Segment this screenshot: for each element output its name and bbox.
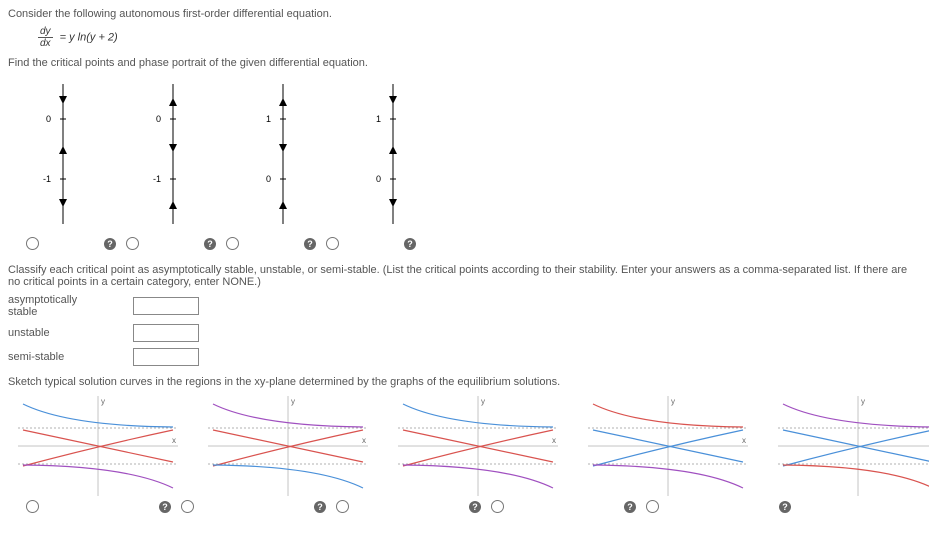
solution-option-2: x y [208, 396, 368, 496]
sol-option-4-radio[interactable] [491, 500, 504, 513]
solution-option-5: x y [778, 396, 929, 496]
question-sketch: Sketch typical solution curves in the re… [8, 376, 921, 388]
phase-option-3: 1 0 [248, 79, 308, 229]
solution-option-4: x y [588, 396, 748, 496]
sol-option-3-radio[interactable] [336, 500, 349, 513]
hint-icon[interactable]: ? [159, 501, 171, 513]
solution-plot-4: x y [588, 396, 748, 496]
svg-text:0: 0 [156, 114, 161, 124]
phase-option-3-radio[interactable] [226, 237, 239, 250]
svg-text:0: 0 [46, 114, 51, 124]
solution-plot-5: x y [778, 396, 929, 496]
hint-icon[interactable]: ? [304, 238, 316, 250]
solution-plot-2: x y [208, 396, 368, 496]
svg-text:0: 0 [266, 174, 271, 184]
svg-text:1: 1 [376, 114, 381, 124]
phase-option-4-radio[interactable] [326, 237, 339, 250]
phase-option-1-radio[interactable] [26, 237, 39, 250]
question-intro: Consider the following autonomous first-… [8, 8, 921, 20]
input-unstable[interactable] [133, 324, 199, 342]
svg-text:y: y [671, 397, 675, 406]
solution-plot-3: x y [398, 396, 558, 496]
solution-radio-row: ? ? ? ? ? [26, 500, 921, 513]
phase-option-4: 1 0 [358, 79, 418, 229]
solution-plot-1: x y [18, 396, 178, 496]
label-asymptotic: asymptotically stable [8, 294, 108, 318]
phase-radio-row: ? ? ? ? [26, 237, 921, 250]
phase-portrait-2: 0 -1 [138, 79, 198, 229]
solution-curve-options: x y x y x y x y [18, 396, 921, 496]
numerator: dy [38, 26, 53, 38]
sol-option-2-radio[interactable] [181, 500, 194, 513]
hint-icon[interactable]: ? [314, 501, 326, 513]
svg-text:1: 1 [266, 114, 271, 124]
svg-text:x: x [172, 436, 176, 445]
question-find-critical: Find the critical points and phase portr… [8, 57, 921, 69]
differential-equation: dy dx = y ln(y + 2) [38, 26, 921, 49]
input-semi[interactable] [133, 348, 199, 366]
hint-icon[interactable]: ? [104, 238, 116, 250]
svg-text:x: x [362, 436, 366, 445]
svg-text:0: 0 [376, 174, 381, 184]
sol-option-1-radio[interactable] [26, 500, 39, 513]
svg-text:y: y [481, 397, 485, 406]
hint-icon[interactable]: ? [204, 238, 216, 250]
label-semi: semi-stable [8, 351, 108, 363]
sol-option-5-radio[interactable] [646, 500, 659, 513]
hint-icon[interactable]: ? [404, 238, 416, 250]
svg-text:-1: -1 [153, 174, 161, 184]
solution-option-1: x y [18, 396, 178, 496]
svg-text:-1: -1 [43, 174, 51, 184]
svg-text:y: y [861, 397, 865, 406]
phase-portrait-options: 0 -1 0 -1 1 0 1 0 [28, 79, 921, 229]
label-unstable: unstable [8, 327, 108, 339]
hint-icon[interactable]: ? [469, 501, 481, 513]
svg-text:y: y [291, 397, 295, 406]
phase-portrait-1: 0 -1 [28, 79, 88, 229]
phase-option-2-radio[interactable] [126, 237, 139, 250]
fraction: dy dx [38, 26, 53, 49]
solution-option-3: x y [398, 396, 558, 496]
phase-portrait-3: 1 0 [248, 79, 308, 229]
denominator: dx [38, 38, 53, 49]
svg-text:x: x [552, 436, 556, 445]
phase-option-1: 0 -1 [28, 79, 88, 229]
hint-icon[interactable]: ? [779, 501, 791, 513]
input-asymptotic[interactable] [133, 297, 199, 315]
svg-text:x: x [742, 436, 746, 445]
hint-icon[interactable]: ? [624, 501, 636, 513]
phase-portrait-4: 1 0 [358, 79, 418, 229]
phase-option-2: 0 -1 [138, 79, 198, 229]
equation-rhs: = y ln(y + 2) [60, 31, 118, 43]
question-classify: Classify each critical point as asymptot… [8, 264, 921, 288]
svg-text:y: y [101, 397, 105, 406]
